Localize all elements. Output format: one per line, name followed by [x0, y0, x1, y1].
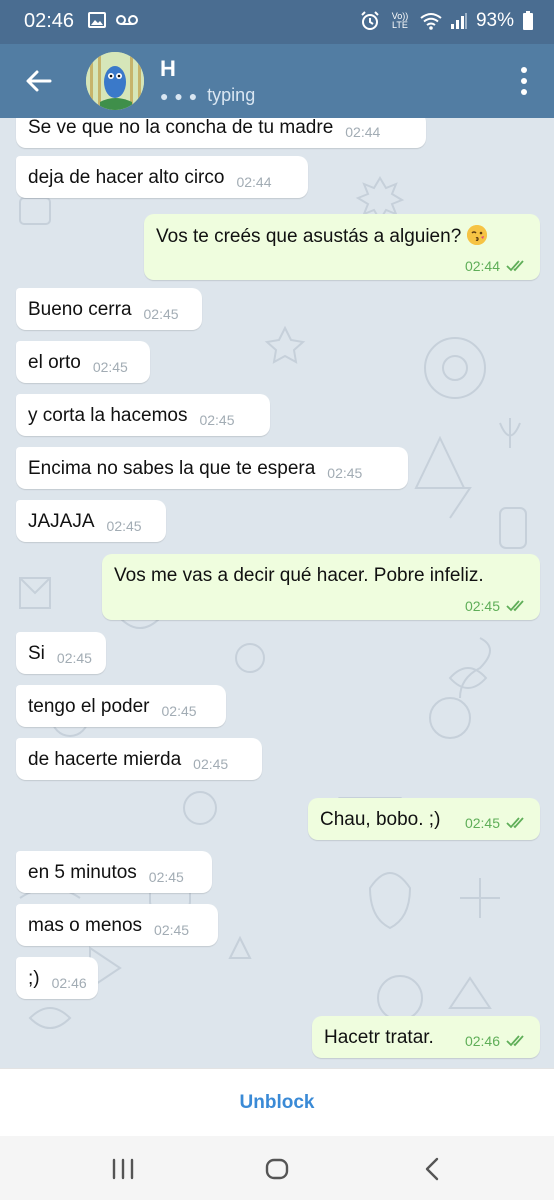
- message-time: 02:45: [199, 412, 235, 428]
- chat-area[interactable]: Se ve que no la concha de tu madre 02:44 …: [0, 118, 554, 1068]
- double-check-icon: [506, 600, 524, 612]
- message-text: tengo el poder: [28, 696, 150, 717]
- message-text: el orto: [28, 352, 81, 373]
- message-time: 02:45: [56, 650, 92, 666]
- volte-icon: Vo)) LTE: [391, 11, 409, 30]
- recent-apps-icon[interactable]: [108, 1154, 138, 1184]
- alarm-icon: [361, 11, 379, 30]
- message-text: mas o menos: [28, 915, 143, 936]
- home-icon[interactable]: [262, 1154, 292, 1184]
- message-text: ;): [28, 968, 40, 989]
- battery-icon: [523, 11, 533, 30]
- message-time: 02:45: [464, 598, 500, 614]
- message-bubble-incoming[interactable]: Si 02:45: [16, 632, 106, 674]
- message-bubble-outgoing[interactable]: Vos me vas a decir qué hacer. Pobre infe…: [102, 554, 540, 620]
- chat-header: H ● ● ● typing: [0, 44, 554, 118]
- message-text: en 5 minutos: [28, 862, 137, 883]
- back-icon[interactable]: [418, 1154, 448, 1184]
- message-bubble-outgoing[interactable]: Hacetr tratar. 02:46: [312, 1016, 540, 1058]
- message-text: Vos te creés que asustás a alguien?: [156, 226, 462, 247]
- double-check-icon: [506, 1035, 524, 1047]
- navigation-bar: [0, 1136, 554, 1200]
- message-text: Bueno cerra: [28, 299, 132, 320]
- message-text: JAJAJA: [28, 511, 95, 532]
- message-bubble-incoming[interactable]: ;) 02:46: [16, 957, 98, 999]
- message-text: Si: [28, 643, 45, 664]
- message-bubble-incoming[interactable]: en 5 minutos 02:45: [16, 851, 212, 893]
- message-time: 02:45: [464, 815, 500, 831]
- status-bar: 02:46 Vo)) LTE 93%: [0, 0, 554, 44]
- message-bubble-incoming[interactable]: Encima no sabes la que te espera 02:45: [16, 447, 408, 489]
- chat-title[interactable]: H: [160, 56, 176, 82]
- message-bubble-incoming[interactable]: tengo el poder 02:45: [16, 685, 226, 727]
- image-icon: [88, 12, 106, 28]
- message-text: deja de hacer alto circo: [28, 167, 225, 188]
- back-arrow-icon[interactable]: [22, 64, 56, 98]
- message-time: 02:45: [148, 869, 184, 885]
- message-time: 02:45: [106, 518, 142, 534]
- message-time: 02:44: [464, 258, 500, 274]
- typing-label: typing: [207, 85, 256, 105]
- message-bubble-incoming[interactable]: el orto 02:45: [16, 341, 150, 383]
- avatar[interactable]: [86, 52, 144, 110]
- message-time: 02:44: [236, 174, 272, 190]
- message-text: de hacerte mierda: [28, 749, 182, 770]
- double-check-icon: [506, 260, 524, 272]
- message-time: 02:45: [92, 359, 128, 375]
- unblock-bar: Unblock: [0, 1068, 554, 1136]
- message-time: 02:45: [327, 465, 363, 481]
- typing-status: ● ● ● typing: [160, 85, 255, 106]
- unblock-button[interactable]: Unblock: [0, 1092, 554, 1114]
- message-text: Hacetr tratar.: [324, 1027, 434, 1048]
- message-time: 02:45: [154, 922, 190, 938]
- message-bubble-outgoing[interactable]: Vos te creés que asustás a alguien? 02:4…: [144, 214, 540, 280]
- message-bubble-incoming[interactable]: mas o menos 02:45: [16, 904, 218, 946]
- message-bubble-incoming[interactable]: y corta la hacemos 02:45: [16, 394, 270, 436]
- message-time: 02:46: [464, 1033, 500, 1049]
- voicemail-icon: [116, 15, 138, 25]
- message-text: Se ve que no la concha de tu madre: [28, 118, 334, 138]
- more-vert-icon[interactable]: [520, 66, 528, 96]
- message-time: 02:45: [143, 306, 179, 322]
- message-bubble-outgoing[interactable]: Chau, bobo. ;) 02:45: [308, 798, 540, 840]
- status-time: 02:46: [24, 10, 75, 32]
- message-bubble-incoming[interactable]: de hacerte mierda 02:45: [16, 738, 262, 780]
- typing-dots-icon: ● ● ●: [160, 88, 199, 104]
- message-bubble-incoming[interactable]: JAJAJA 02:45: [16, 500, 166, 542]
- wifi-icon: [420, 13, 442, 30]
- message-time: 02:45: [193, 756, 229, 772]
- message-text: Encima no sabes la que te espera: [28, 458, 316, 479]
- message-time: 02:44: [345, 124, 381, 140]
- kissing-face-emoji-icon: [467, 225, 488, 245]
- battery-percent: 93%: [475, 10, 514, 31]
- message-time: 02:46: [51, 975, 87, 991]
- signal-icon: [450, 13, 467, 29]
- message-text: Vos me vas a decir qué hacer. Pobre infe…: [114, 565, 484, 586]
- message-text: y corta la hacemos: [28, 405, 188, 426]
- message-time: 02:45: [161, 703, 197, 719]
- message-bubble-incoming[interactable]: Bueno cerra 02:45: [16, 288, 202, 330]
- message-bubble-incoming[interactable]: Se ve que no la concha de tu madre 02:44: [16, 118, 426, 148]
- message-bubble-incoming[interactable]: deja de hacer alto circo 02:44: [16, 156, 308, 198]
- message-text: Chau, bobo. ;): [320, 809, 441, 830]
- double-check-icon: [506, 817, 524, 829]
